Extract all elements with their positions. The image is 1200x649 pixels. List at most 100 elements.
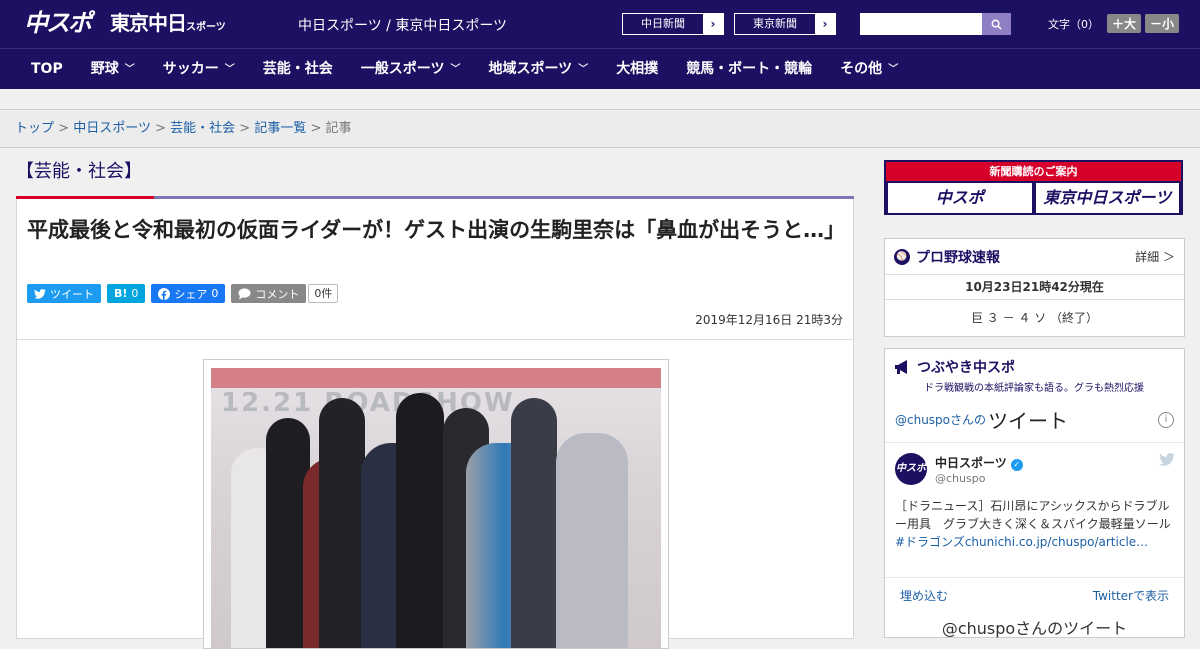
tokyo-logo-small: スポーツ [186, 22, 226, 33]
baseball-game-score[interactable]: 巨 ３ － ４ ソ （終了） [885, 300, 1184, 336]
info-icon[interactable]: i [1158, 411, 1174, 428]
font-larger-button[interactable]: ＋大 [1107, 14, 1142, 33]
breadcrumb-chunichi-sports[interactable]: 中日スポーツ [73, 121, 151, 136]
tokyo-chunichi-logo[interactable]: 東京中日スポーツ [110, 9, 226, 42]
comment-button[interactable]: コメント [231, 284, 307, 303]
embed-link[interactable]: 埋め込む [900, 578, 948, 613]
view-on-twitter-link[interactable]: Twitterで表示 [1093, 578, 1169, 613]
comment-count: 0件 [308, 284, 339, 303]
font-size-control: 文字（0） ＋大 －小 [1048, 14, 1180, 33]
breadcrumb-top[interactable]: トップ [15, 121, 54, 136]
baseball-details-link[interactable]: 詳細 ＞ [1135, 248, 1175, 265]
chunichi-shimbun-button[interactable]: 中日新聞 › [622, 13, 724, 35]
breadcrumb: トップ > 中日スポーツ > 芸能・社会 > 記事一覧 > 記事 [0, 111, 1200, 148]
tokyo-logo-text: 東京中日 [110, 11, 187, 35]
chunichi-shimbun-label: 中日新聞 [641, 17, 685, 30]
article-photo[interactable]: 12.21 ROADSHOW [211, 368, 661, 648]
timeline-label: ツイート [988, 409, 1069, 433]
subscribe-tokyo-chunichi-link[interactable]: 東京中日スポーツ [1035, 183, 1179, 213]
subscription-banner[interactable]: 新聞購読のご案内 中スポ 東京中日スポーツ [884, 160, 1183, 215]
tweet-author-name[interactable]: 中日スポーツ [935, 456, 1007, 470]
nav-item-label: 大相撲 [616, 60, 659, 77]
timeline-footer: 埋め込む Twitterで表示 [885, 577, 1184, 613]
breadcrumb-separator: > [155, 121, 166, 136]
nav-item-5[interactable]: 地域スポーツ ﹀ [474, 49, 602, 90]
share-buttons: ツイート B! 0 シェア 0 コメント 0件 [27, 284, 339, 303]
nav-item-4[interactable]: 一般スポーツ ﹀ [347, 49, 475, 90]
baseball-header: ⚾ プロ野球速報 詳細 ＞ [885, 239, 1184, 275]
breadcrumb-entertainment[interactable]: 芸能・社会 [170, 121, 235, 136]
subscribe-chuspo-link[interactable]: 中スポ [888, 183, 1032, 213]
photo-person [319, 398, 365, 648]
chevron-down-icon: ﹀ [124, 63, 135, 75]
subscription-title: 新聞購読のご案内 [886, 162, 1181, 181]
comment-label: コメント [255, 287, 300, 301]
tweet-link[interactable]: #ドラゴンズchunichi.co.jp/chuspo/article… [895, 535, 1148, 549]
facebook-share-label: シェア [174, 287, 208, 301]
photo-banner [211, 368, 661, 388]
nav-item-label: 野球 [90, 60, 119, 77]
tweet-body: ［ドラニュース］石川昂にアシックスからドラブルー用具 グラブ大きく深く＆スパイク… [895, 499, 1171, 531]
article-panel: 平成最後と令和最初の仮面ライダーが！ゲスト出演の生駒里奈は「鼻血が出そうと…」 … [16, 199, 855, 649]
megaphone-icon [895, 360, 907, 374]
photo-person [396, 393, 444, 648]
nav-item-label: その他 [840, 60, 883, 77]
search-input[interactable] [860, 13, 982, 35]
baseball-title: プロ野球速報 [916, 249, 1000, 266]
nav-item-2[interactable]: サッカー ﹀ [149, 49, 249, 90]
tweet-author-handle[interactable]: @chuspo [935, 472, 985, 485]
site-name-link[interactable]: 中日スポーツ / 東京中日スポーツ [298, 15, 507, 35]
baseball-score-widget: ⚾ プロ野球速報 詳細 ＞ 10月23日21時42分現在 巨 ３ － ４ ソ （… [884, 238, 1185, 337]
article-title: 平成最後と令和最初の仮面ライダーが！ゲスト出演の生駒里奈は「鼻血が出そうと…」 [27, 218, 846, 242]
article-date: 2019年12月16日 21時3分 [695, 313, 843, 327]
top-bar: 中スポ 東京中日スポーツ 中日スポーツ / 東京中日スポーツ 中日新聞 › 東京新… [0, 0, 1200, 48]
facebook-share-button[interactable]: シェア 0 [151, 284, 226, 303]
tokyo-shimbun-label: 東京新聞 [753, 17, 797, 30]
twitter-widget: つぶやき中スポ ドラ戦観戦の本紙評論家も語る。グラも熱烈応援 @chuspoさん… [884, 348, 1185, 638]
baseball-icon: ⚾ [894, 248, 910, 265]
tweet-author-row: 中日スポーツ ✓ [935, 454, 1023, 471]
more-tweets-link[interactable]: @chuspoさんのツイート [885, 615, 1184, 639]
chevron-right-icon: › [703, 14, 723, 34]
nav-item-0[interactable]: TOP [0, 49, 77, 90]
breadcrumb-article-list[interactable]: 記事一覧 [254, 121, 306, 136]
timeline-user-link[interactable]: @chuspoさんの [895, 411, 986, 428]
nav-item-1[interactable]: 野球 ﹀ [77, 49, 149, 90]
timeline-header: @chuspoさんの ツイート i [885, 397, 1184, 443]
ad-spacer [0, 89, 1200, 110]
chevron-down-icon: ﹀ [450, 63, 461, 75]
chevron-down-icon: ﹀ [888, 63, 899, 75]
hatena-bookmark-button[interactable]: B! 0 [107, 284, 146, 303]
search-button[interactable] [982, 13, 1011, 35]
twitter-bird-icon [34, 288, 46, 299]
twitter-bird-icon[interactable] [1159, 453, 1175, 470]
tokyo-shimbun-button[interactable]: 東京新聞 › [734, 13, 836, 35]
nav-item-6[interactable]: 大相撲 [602, 49, 672, 90]
chevron-down-icon: ﹀ [578, 63, 589, 75]
main-nav: TOP 野球 ﹀ サッカー ﹀ 芸能・社会 一般スポーツ ﹀ 地域スポーツ ﹀ 大相撲 競馬・ボート・… [0, 48, 1200, 89]
breadcrumb-separator: > [310, 121, 322, 136]
nav-item-label: 一般スポーツ [360, 60, 445, 77]
tweet-text: ［ドラニュース］石川昂にアシックスからドラブルー用具 グラブ大きく深く＆スパイク… [895, 497, 1175, 551]
hatena-count: 0 [131, 287, 139, 300]
font-smaller-button[interactable]: －小 [1145, 14, 1180, 33]
tweet-label: ツイート [50, 287, 94, 301]
tweet-button[interactable]: ツイート [27, 284, 101, 303]
nav-item-label: 芸能・社会 [262, 60, 333, 77]
nav-item-3[interactable]: 芸能・社会 [249, 49, 347, 90]
chuspo-logo[interactable]: 中スポ [24, 8, 92, 38]
breadcrumb-separator: > [239, 121, 251, 136]
hatena-icon: B! [114, 287, 128, 300]
chevron-right-icon: › [815, 14, 835, 34]
search-box [860, 13, 1011, 35]
nav-item-7[interactable]: 競馬・ボート・競輪 [672, 49, 826, 90]
article-divider [17, 339, 855, 340]
nav-item-8[interactable]: その他 ﹀ [826, 49, 912, 90]
photo-person [511, 398, 557, 648]
tsubuyaki-title: つぶやき中スポ [917, 360, 1015, 376]
avatar[interactable]: 中スポ [895, 453, 927, 485]
nav-item-label: TOP [31, 60, 63, 77]
chevron-down-icon: ﹀ [224, 63, 235, 75]
breadcrumb-separator: > [58, 121, 70, 136]
tsubuyaki-header: つぶやき中スポ ドラ戦観戦の本紙評論家も語る。グラも熱烈応援 [885, 349, 1184, 394]
